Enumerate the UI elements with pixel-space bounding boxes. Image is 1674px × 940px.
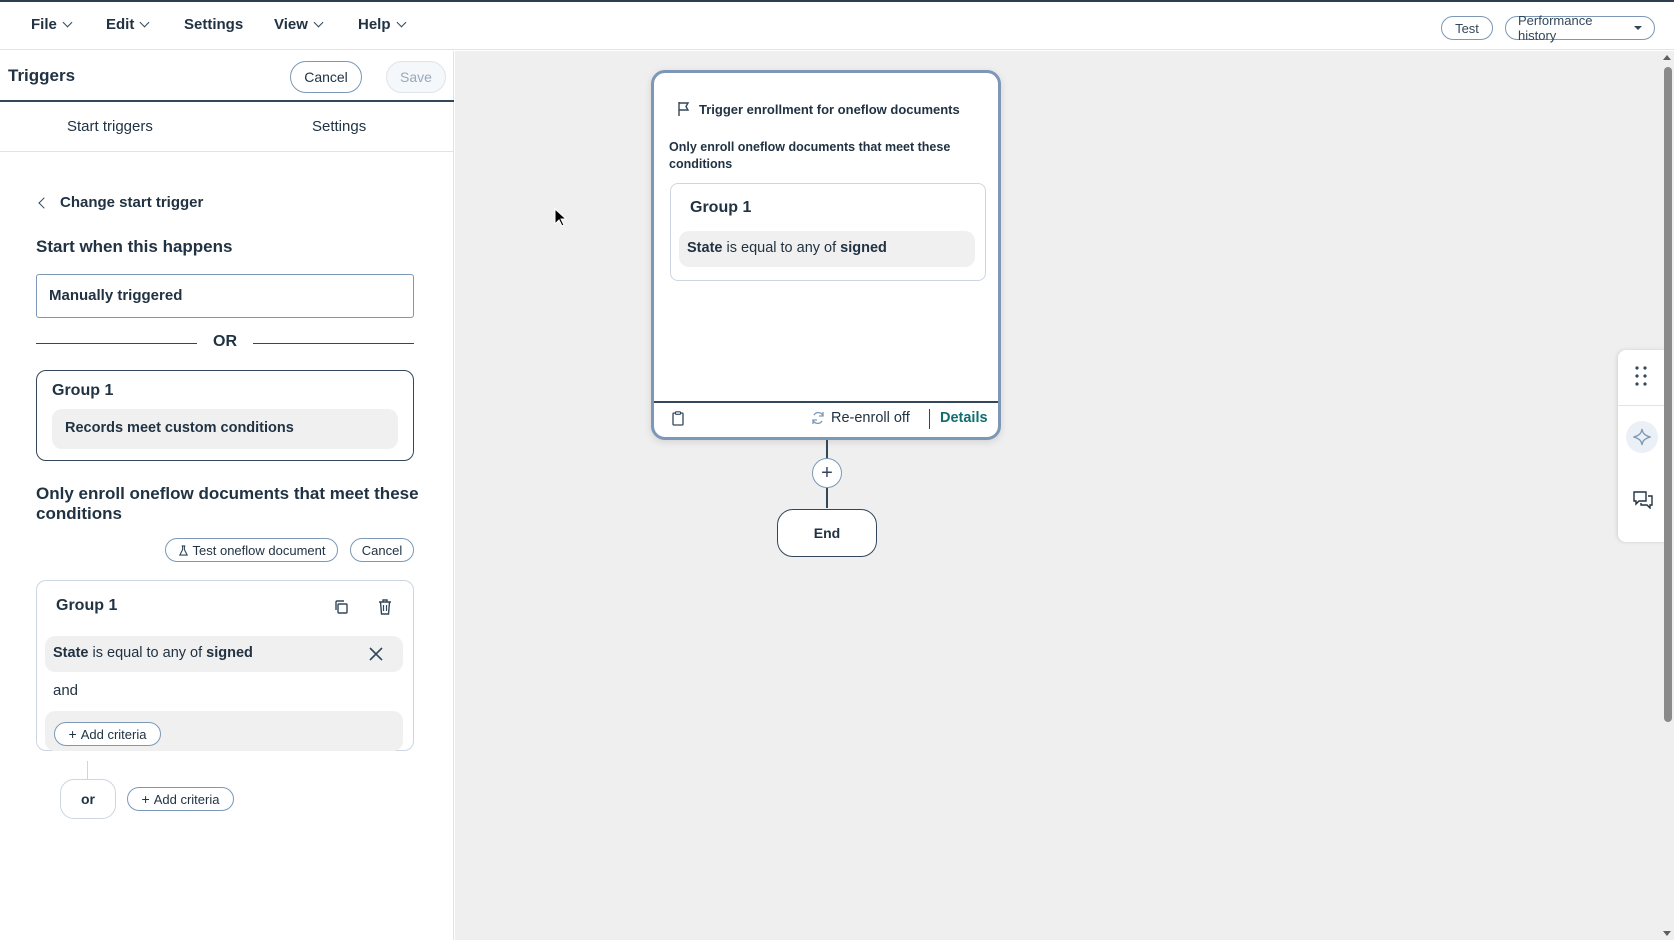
cancel-filter-button[interactable]: Cancel bbox=[350, 538, 414, 562]
menu-view-label: View bbox=[274, 16, 308, 33]
condition-value: signed bbox=[840, 240, 887, 256]
mouse-cursor-icon bbox=[554, 207, 568, 233]
condition-operator: is equal to any of bbox=[726, 240, 837, 256]
menu-edit-label: Edit bbox=[106, 16, 135, 33]
condition-value: signed bbox=[206, 645, 253, 661]
trigger-select[interactable]: Manually triggered bbox=[36, 274, 414, 318]
tab-settings[interactable]: Settings bbox=[312, 118, 366, 135]
panel-tabs: Start triggers Settings bbox=[0, 104, 454, 152]
save-button[interactable]: Save bbox=[386, 61, 446, 93]
comments-icon[interactable] bbox=[1633, 491, 1653, 514]
performance-history-label: Performance history bbox=[1518, 13, 1593, 43]
and-label: and bbox=[53, 682, 79, 699]
flask-icon bbox=[178, 544, 188, 556]
right-tool-rail bbox=[1618, 350, 1666, 542]
reenroll-toggle[interactable]: Re-enroll off bbox=[811, 410, 910, 426]
trigger-node[interactable]: Trigger enrollment for oneflow documents… bbox=[651, 70, 1001, 440]
top-menubar: File Edit Settings View Help Test Perfor… bbox=[0, 0, 1674, 50]
workflow-canvas[interactable]: Trigger enrollment for oneflow documents… bbox=[455, 51, 1674, 940]
test-document-button[interactable]: Test oneflow document bbox=[165, 538, 338, 562]
divider bbox=[253, 343, 414, 344]
connector-line bbox=[826, 488, 828, 508]
scroll-down-arrow[interactable] bbox=[1663, 931, 1671, 936]
refresh-icon bbox=[812, 411, 824, 425]
canvas-scrollbar[interactable] bbox=[1660, 51, 1674, 940]
node-group-card: Group 1 State is equal to any of signed bbox=[670, 183, 986, 281]
add-criteria-label: Add criteria bbox=[153, 791, 220, 807]
chevron-down-icon bbox=[313, 17, 324, 28]
triggers-panel: Triggers Cancel Save Start triggers Sett… bbox=[0, 51, 454, 940]
change-start-trigger-link[interactable]: Change start trigger bbox=[38, 194, 204, 211]
group-title: Group 1 bbox=[52, 382, 114, 399]
menu-settings-label: Settings bbox=[184, 16, 244, 33]
test-document-label: Test oneflow document bbox=[192, 542, 326, 558]
tab-start-triggers[interactable]: Start triggers bbox=[67, 118, 153, 135]
filter-group-card: Group 1 State is equal to any of signed … bbox=[36, 580, 414, 751]
node-subtitle: Only enroll oneflow documents that meet … bbox=[669, 140, 951, 171]
caret-down-icon bbox=[1634, 26, 1642, 30]
enroll-heading: Only enroll oneflow documents that meet … bbox=[36, 484, 419, 523]
add-or-criteria-button[interactable]: + Add criteria bbox=[127, 787, 234, 811]
divider bbox=[929, 409, 930, 429]
chevron-down-icon bbox=[139, 17, 150, 28]
divider bbox=[36, 343, 197, 344]
trash-icon[interactable] bbox=[375, 597, 395, 617]
scroll-up-arrow[interactable] bbox=[1663, 55, 1671, 60]
add-criteria-label: Add criteria bbox=[80, 726, 147, 742]
filter-condition[interactable]: State is equal to any of signed bbox=[45, 636, 403, 672]
or-separator: OR bbox=[213, 333, 237, 350]
condition-property: State bbox=[687, 240, 723, 256]
menu-edit[interactable]: Edit bbox=[106, 16, 150, 33]
test-button[interactable]: Test bbox=[1441, 16, 1493, 40]
clone-icon[interactable] bbox=[331, 597, 351, 617]
menu-settings[interactable]: Settings bbox=[184, 16, 243, 33]
add-criteria-button[interactable]: + Add criteria bbox=[54, 722, 161, 746]
menu-help[interactable]: Help bbox=[358, 16, 406, 33]
menu-file[interactable]: File bbox=[31, 16, 73, 33]
trigger-group-card[interactable]: Group 1 Records meet custom conditions bbox=[36, 370, 414, 461]
clipboard-icon[interactable] bbox=[672, 411, 684, 431]
menu-file-label: File bbox=[31, 16, 57, 33]
reenroll-label: Re-enroll off bbox=[831, 410, 910, 426]
condition-property: State bbox=[53, 645, 89, 661]
plus-icon: + bbox=[821, 461, 833, 484]
group-title: Group 1 bbox=[56, 597, 118, 614]
condition-operator: is equal to any of bbox=[92, 645, 203, 661]
chevron-down-icon bbox=[62, 17, 73, 28]
sparkle-icon[interactable] bbox=[1626, 421, 1658, 453]
scroll-thumb[interactable] bbox=[1664, 67, 1672, 722]
connector-line bbox=[87, 761, 88, 781]
performance-history-button[interactable]: Performance history bbox=[1505, 13, 1655, 43]
chevron-down-icon bbox=[396, 17, 406, 28]
back-label: Change start trigger bbox=[60, 194, 204, 211]
panel-header: Triggers Cancel Save bbox=[0, 51, 454, 102]
add-step-button[interactable]: + bbox=[812, 458, 842, 488]
plus-icon: + bbox=[68, 726, 77, 742]
node-condition: State is equal to any of signed bbox=[679, 231, 975, 267]
or-button[interactable]: or bbox=[60, 779, 116, 819]
menu-view[interactable]: View bbox=[274, 16, 324, 33]
close-icon[interactable] bbox=[366, 644, 386, 664]
node-header: Trigger enrollment for oneflow documents bbox=[676, 101, 960, 117]
start-heading: Start when this happens bbox=[36, 237, 233, 256]
chevron-left-icon bbox=[38, 196, 50, 209]
menu-help-label: Help bbox=[358, 16, 391, 33]
drag-handle-icon[interactable] bbox=[1635, 366, 1647, 391]
details-link[interactable]: Details bbox=[940, 410, 988, 426]
end-node[interactable]: End bbox=[777, 509, 877, 557]
plus-icon: + bbox=[141, 791, 150, 807]
group-condition[interactable]: Records meet custom conditions bbox=[52, 409, 398, 449]
connector-line bbox=[826, 440, 828, 460]
node-group-title: Group 1 bbox=[690, 199, 752, 216]
flag-icon bbox=[678, 102, 690, 116]
node-title: Trigger enrollment for oneflow documents bbox=[699, 101, 960, 117]
node-footer: Re-enroll off Details bbox=[654, 401, 998, 437]
panel-title: Triggers bbox=[8, 66, 76, 85]
cancel-button[interactable]: Cancel bbox=[290, 61, 362, 93]
divider bbox=[1618, 405, 1666, 406]
